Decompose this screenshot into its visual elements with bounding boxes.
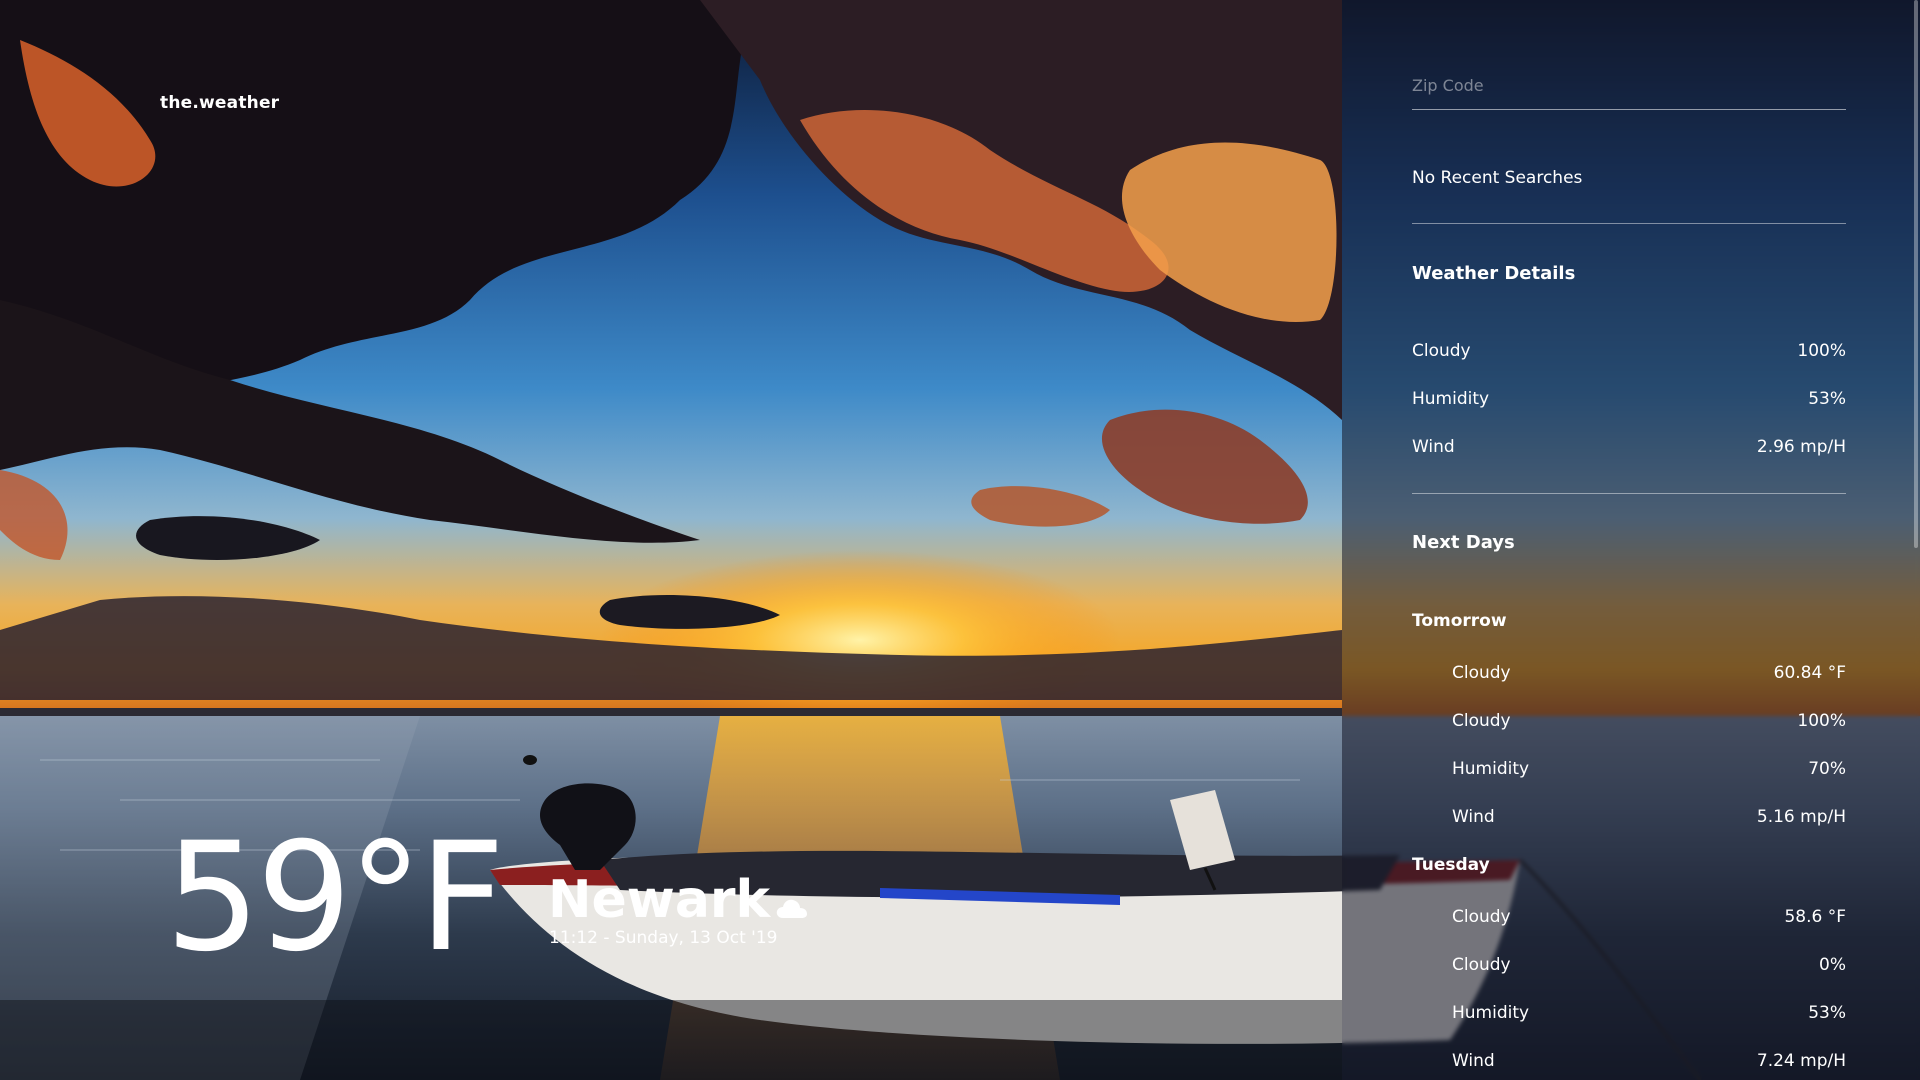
next-days-title: Next Days — [1412, 532, 1515, 553]
detail-value: 100% — [1797, 341, 1846, 361]
panel-scrollbar[interactable] — [1914, 0, 1918, 548]
forecast-row: Wind 7.24 mp/H — [1452, 1051, 1846, 1075]
detail-label: Humidity — [1412, 389, 1490, 409]
detail-label: Cloudy — [1412, 341, 1471, 361]
forecast-label: Wind — [1452, 1051, 1495, 1071]
forecast-value: 53% — [1808, 1003, 1846, 1023]
forecast-row: Cloudy 60.84 °F — [1452, 663, 1846, 687]
forecast-value: 100% — [1797, 711, 1846, 731]
forecast-label: Cloudy — [1452, 907, 1511, 927]
current-datetime: 11:12 - Sunday, 13 Oct '19 — [549, 928, 778, 948]
detail-value: 2.96 mp/H — [1756, 437, 1846, 457]
cloud-icon — [776, 899, 807, 918]
day-title-tuesday: Tuesday — [1412, 855, 1490, 875]
forecast-label: Cloudy — [1452, 955, 1511, 975]
detail-row-humidity: Humidity 53% — [1412, 389, 1846, 413]
forecast-value: 58.6 °F — [1784, 907, 1846, 927]
current-temperature: 59°F — [165, 811, 505, 985]
forecast-label: Cloudy — [1452, 663, 1511, 683]
forecast-row: Wind 5.16 mp/H — [1452, 807, 1846, 831]
forecast-label: Humidity — [1452, 759, 1530, 779]
forecast-label: Cloudy — [1452, 711, 1511, 731]
forecast-value: 5.16 mp/H — [1756, 807, 1846, 827]
detail-label: Wind — [1412, 437, 1455, 457]
forecast-row: Humidity 53% — [1452, 1003, 1846, 1027]
detail-value: 53% — [1808, 389, 1846, 409]
recent-searches-empty: No Recent Searches — [1412, 168, 1583, 188]
forecast-row: Humidity 70% — [1452, 759, 1846, 783]
forecast-value: 60.84 °F — [1773, 663, 1846, 683]
side-panel: No Recent Searches Weather Details Cloud… — [1342, 0, 1920, 1080]
zip-code-input[interactable] — [1412, 70, 1846, 110]
brand-logo[interactable]: the.weather — [160, 93, 279, 113]
forecast-row: Cloudy 100% — [1452, 711, 1846, 735]
forecast-value: 7.24 mp/H — [1756, 1051, 1846, 1071]
forecast-row: Cloudy 58.6 °F — [1452, 907, 1846, 931]
forecast-label: Humidity — [1452, 1003, 1530, 1023]
forecast-value: 70% — [1808, 759, 1846, 779]
forecast-value: 0% — [1819, 955, 1846, 975]
weather-details-title: Weather Details — [1412, 263, 1576, 284]
city-name: Newark — [548, 870, 771, 930]
divider — [1412, 493, 1846, 494]
day-title-tomorrow: Tomorrow — [1412, 611, 1507, 631]
app-window: the.weather 59°F Newark 11:12 - Sunday, … — [0, 0, 1920, 1080]
detail-row-cloudy: Cloudy 100% — [1412, 341, 1846, 365]
detail-row-wind: Wind 2.96 mp/H — [1412, 437, 1846, 461]
forecast-row: Cloudy 0% — [1452, 955, 1846, 979]
forecast-label: Wind — [1452, 807, 1495, 827]
divider — [1412, 223, 1846, 224]
